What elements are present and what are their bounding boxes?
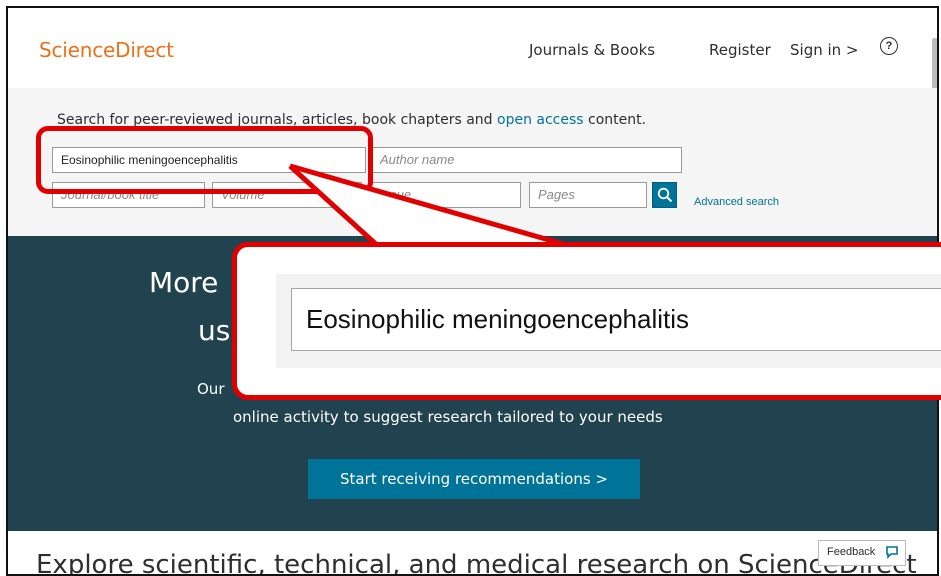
site-header: ScienceDirect Journals & Books Register … bbox=[8, 8, 937, 96]
promo-body-line1: Our bbox=[197, 380, 225, 398]
intro-suffix: content. bbox=[583, 112, 647, 128]
feedback-button[interactable]: Feedback bbox=[818, 540, 906, 566]
promo-body-line2: online activity to suggest research tail… bbox=[233, 408, 663, 426]
open-access-link[interactable]: open access bbox=[497, 112, 584, 128]
register-link[interactable]: Register bbox=[709, 41, 771, 59]
start-recommendations-button[interactable]: Start receiving recommendations > bbox=[308, 459, 640, 499]
zoomed-keywords-input: Eosinophilic meningoencephalitis bbox=[291, 288, 941, 351]
sciencedirect-logo[interactable]: ScienceDirect bbox=[39, 38, 174, 62]
search-button[interactable] bbox=[652, 182, 677, 208]
author-input[interactable]: Author name bbox=[371, 147, 682, 173]
journals-books-link[interactable]: Journals & Books bbox=[529, 41, 655, 59]
feedback-label: Feedback bbox=[827, 546, 876, 558]
advanced-search-link[interactable]: Advanced search bbox=[694, 196, 779, 208]
speech-bubble-icon bbox=[886, 546, 898, 559]
promo-heading-line1: More bbox=[149, 266, 219, 299]
keywords-highlight-box bbox=[36, 126, 373, 194]
search-icon bbox=[657, 187, 673, 203]
issue-input[interactable]: Issue bbox=[371, 182, 521, 208]
pages-input[interactable]: Pages bbox=[529, 182, 647, 208]
explore-heading: Explore scientific, technical, and medic… bbox=[36, 550, 917, 576]
help-icon[interactable]: ? bbox=[880, 37, 898, 55]
promo-heading-line2: us bbox=[198, 314, 231, 347]
sign-in-link[interactable]: Sign in > bbox=[790, 41, 859, 59]
